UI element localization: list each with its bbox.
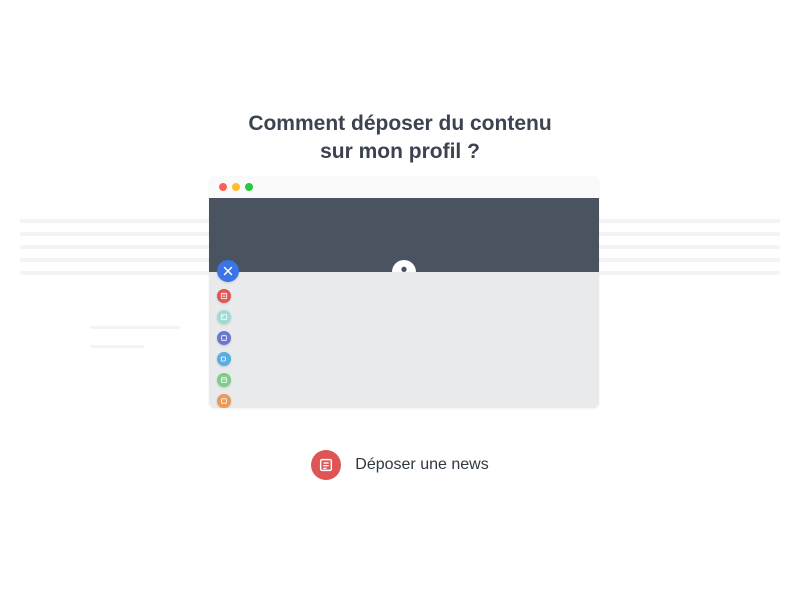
page-title: Comment déposer du contenu sur mon profi… [0,110,800,167]
video-icon [220,355,228,363]
page-title-line2: sur mon profil ? [320,140,480,163]
profile-body [209,272,599,408]
window-titlebar [209,176,599,198]
folder-icon [220,334,228,342]
fab-item-video[interactable] [217,352,231,366]
photo-icon [220,313,228,321]
background-decoration-left [90,310,180,370]
close-icon [222,265,234,277]
fab-item-folder[interactable] [217,331,231,345]
window-minimize-icon[interactable] [232,183,240,191]
page-title-line1: Comment déposer du contenu [248,112,551,135]
deposit-news-label: Déposer une news [355,456,488,474]
deposit-news-button[interactable]: Déposer une news [0,450,800,480]
fab-item-news[interactable] [217,289,231,303]
browser-window [209,176,599,408]
profile-header [209,198,599,272]
news-icon [311,450,341,480]
window-maximize-icon[interactable] [245,183,253,191]
calendar-icon [220,376,228,384]
fab-item-photo[interactable] [217,310,231,324]
link-icon [220,397,228,405]
fab-item-calendar[interactable] [217,373,231,387]
news-icon [220,292,228,300]
fab-column [217,260,239,408]
fab-close-button[interactable] [217,260,239,282]
fab-item-link[interactable] [217,394,231,408]
window-close-icon[interactable] [219,183,227,191]
